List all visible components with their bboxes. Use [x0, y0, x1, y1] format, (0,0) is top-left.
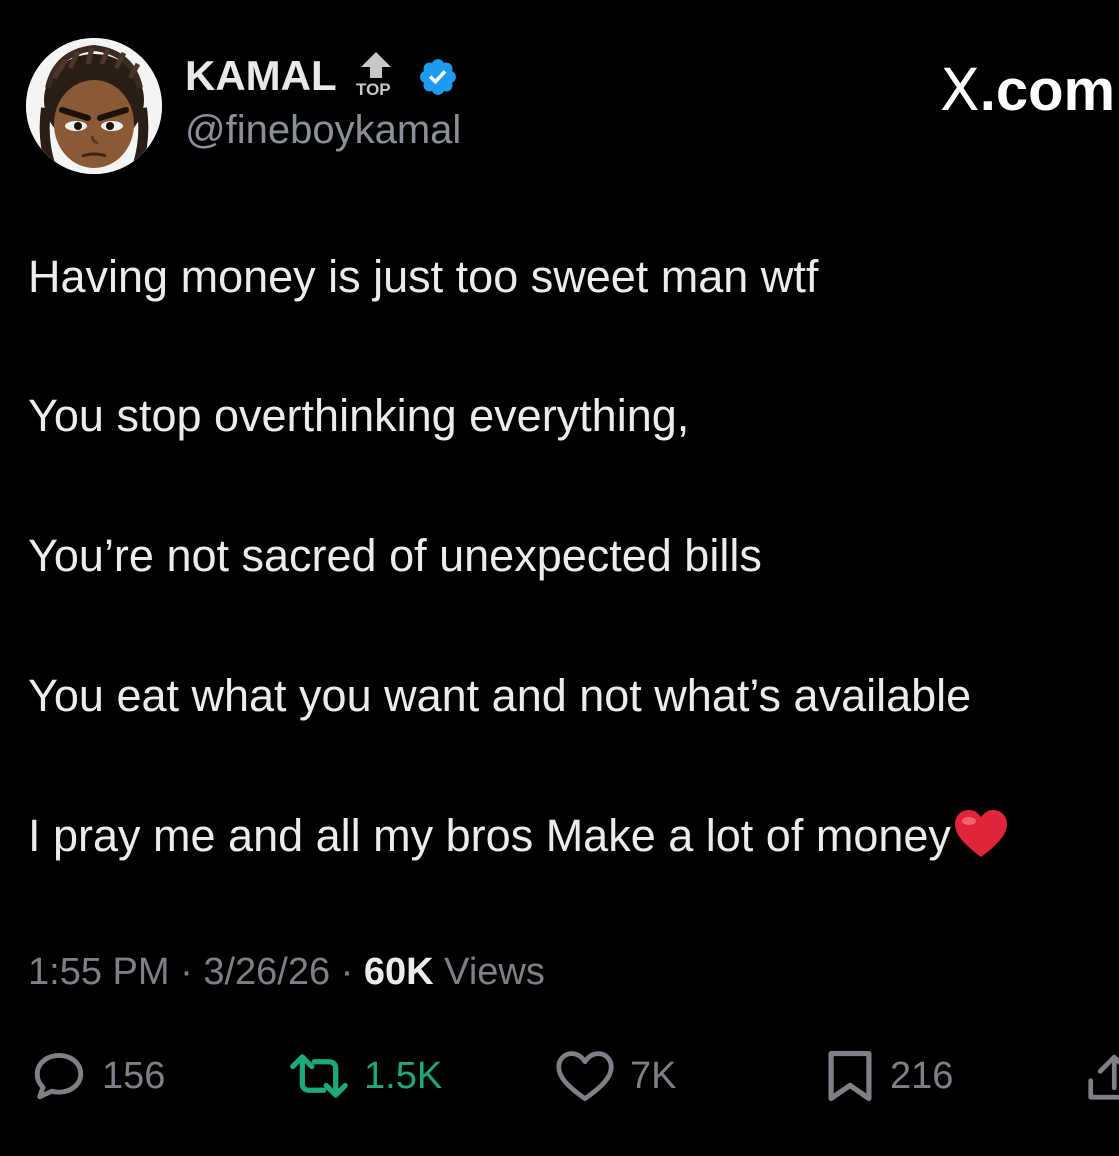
tweet-line-text: I pray me and all my bros Make a lot of …	[28, 810, 951, 861]
tweet-line: You eat what you want and not what’s ava…	[28, 670, 972, 721]
retweet-button[interactable]: 1.5K	[288, 1046, 442, 1106]
display-name[interactable]: KAMAL	[185, 52, 337, 100]
user-handle[interactable]: @fineboykamal	[185, 106, 461, 154]
reply-icon	[34, 1053, 84, 1100]
brand-suffix: .com	[979, 58, 1116, 123]
retweet-count: 1.5K	[364, 1055, 443, 1097]
reply-button[interactable]: 156	[30, 1046, 165, 1106]
tweet-date[interactable]: 3/26/26	[203, 951, 330, 993]
meta-separator: ·	[330, 951, 364, 993]
top-badge-label: TOP	[356, 80, 391, 99]
red-heart-icon	[954, 810, 1007, 857]
tweet-line: You stop overthinking everything,	[28, 390, 690, 441]
avatar[interactable]	[26, 38, 162, 174]
heart-outline-icon	[556, 1051, 614, 1102]
up-arrow-icon	[361, 52, 391, 78]
tweet-line: Having money is just too sweet man wtf	[28, 251, 819, 302]
bookmark-count: 216	[890, 1055, 954, 1097]
tweet-time[interactable]: 1:55 PM	[28, 951, 170, 993]
like-count: 7K	[630, 1055, 677, 1097]
share-button[interactable]	[1086, 1046, 1119, 1106]
meta-separator: ·	[169, 951, 204, 993]
views-count[interactable]: 60K	[364, 951, 434, 993]
bookmark-icon	[828, 1050, 872, 1102]
bookmark-button[interactable]: 216	[824, 1046, 953, 1106]
tweet-meta: 1:55 PM · 3/26/26 · 60K Views	[28, 948, 545, 996]
tweet-line: You’re not sacred of unexpected bills	[28, 530, 762, 581]
share-icon	[1088, 1054, 1119, 1100]
retweet-icon	[290, 1054, 348, 1098]
verified-badge-icon	[420, 59, 456, 95]
tweet-line-last: I pray me and all my bros Make a lot of …	[28, 809, 1009, 863]
like-button[interactable]: 7K	[554, 1046, 676, 1106]
top-badge: TOP	[355, 50, 399, 102]
brand-logo: X.com	[940, 58, 1115, 123]
reply-count: 156	[102, 1055, 166, 1097]
views-label: Views	[433, 951, 545, 993]
x-logo-icon: X	[940, 56, 980, 124]
